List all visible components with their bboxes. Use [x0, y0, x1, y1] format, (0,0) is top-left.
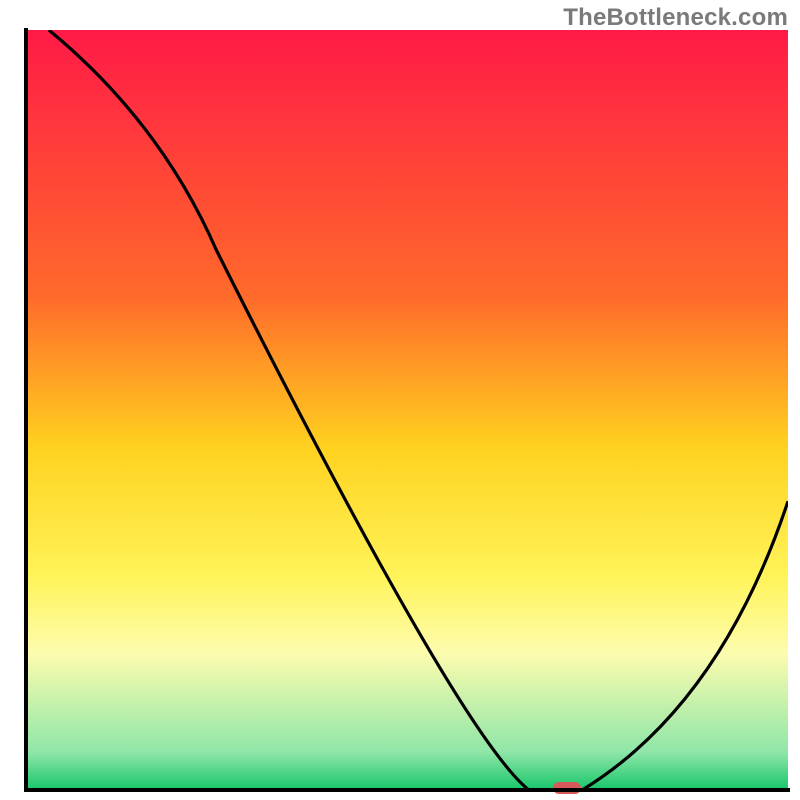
- bottleneck-curve-chart: [0, 0, 800, 800]
- chart-gradient-background: [26, 30, 788, 790]
- watermark-text: TheBottleneck.com: [563, 4, 788, 32]
- chart-container: TheBottleneck.com: [0, 0, 800, 800]
